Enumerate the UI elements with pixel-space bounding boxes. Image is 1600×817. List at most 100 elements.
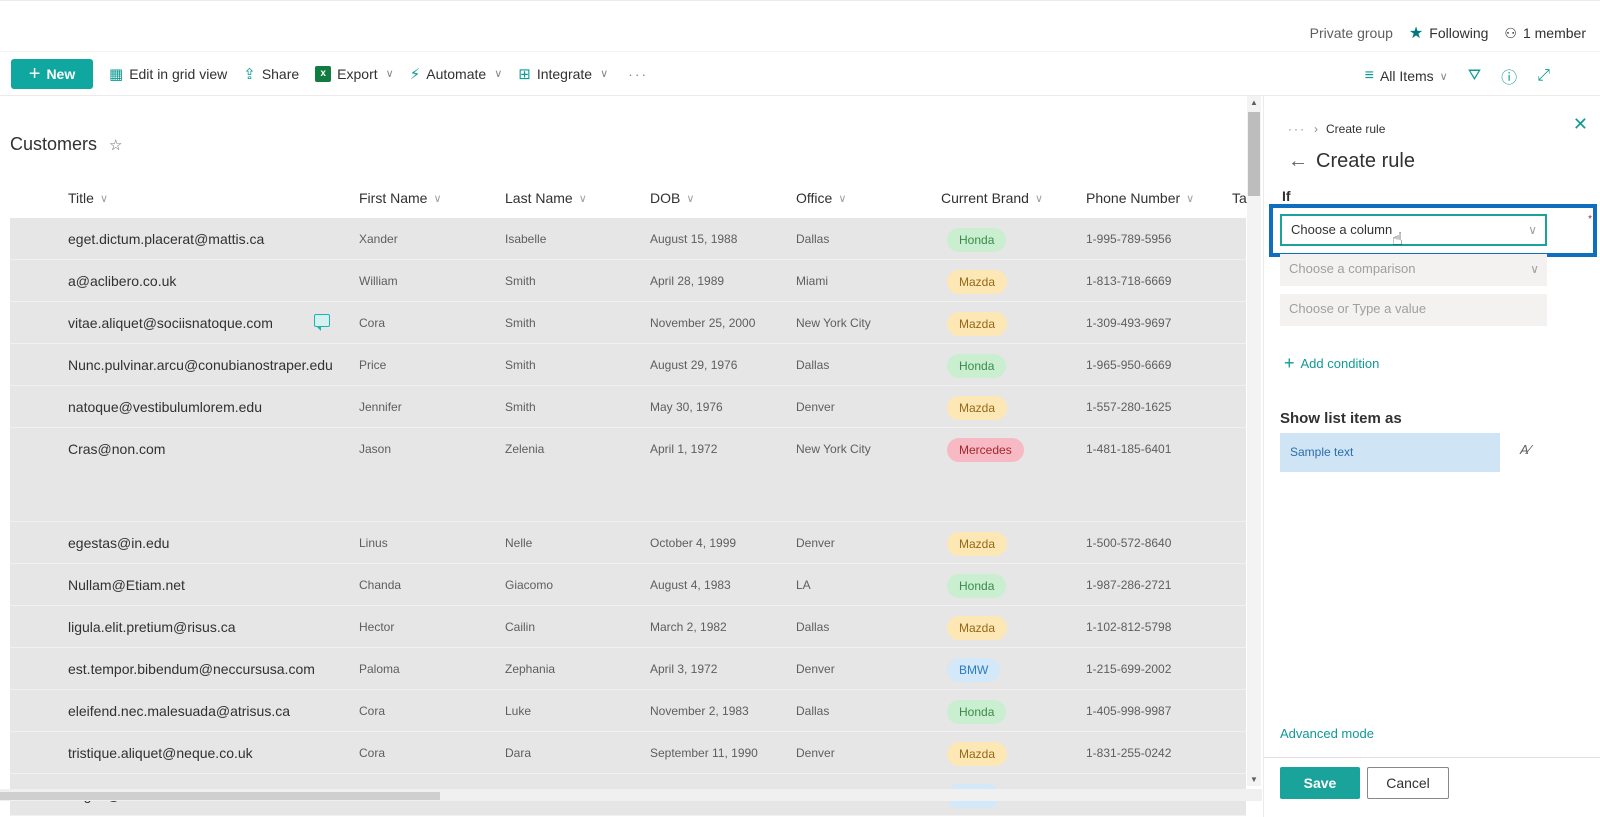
brand-badge: Mazda xyxy=(947,532,1008,556)
cell-first: Paloma xyxy=(359,662,400,676)
table-row[interactable]: vitae.aliquet@sociisnatoque.com Cora Smith… xyxy=(10,302,1246,344)
column-header-label: Title xyxy=(68,190,94,206)
filter-icon[interactable]: ⛛ xyxy=(1468,67,1481,85)
edit-grid-view-button[interactable]: ▦ Edit in grid view xyxy=(109,65,227,83)
command-bar: + New ▦ Edit in grid view ⇪ Share x Expo… xyxy=(0,52,1600,96)
view-lines-icon: ≡ xyxy=(1364,67,1374,84)
cell-title[interactable]: est.tempor.bibendum@neccursusa.com xyxy=(68,661,315,677)
cell-last: Giacomo xyxy=(505,578,554,592)
advanced-mode-link[interactable]: Advanced mode xyxy=(1280,726,1374,741)
scroll-up-arrow[interactable]: ▲ xyxy=(1250,98,1258,107)
table-row[interactable]: est.tempor.bibendum@neccursusa.com Paloma… xyxy=(10,648,1246,690)
table-row[interactable]: eleifend.nec.malesuada@atrisus.ca Cora Luk… xyxy=(10,690,1246,732)
column-header[interactable]: Title ∨ xyxy=(68,190,108,206)
new-button[interactable]: + New xyxy=(11,58,93,89)
chevron-down-icon: ∨ xyxy=(1034,192,1043,205)
choose-comparison-dropdown[interactable]: Choose a comparison ∨ xyxy=(1280,254,1547,286)
cell-title[interactable]: vitae.aliquet@sociisnatoque.com xyxy=(68,315,273,331)
comparison-placeholder: Choose a comparison xyxy=(1289,261,1416,276)
table-row[interactable]: tristique.aliquet@neque.co.uk Cora Dara Sep… xyxy=(10,732,1246,774)
automate-button[interactable]: ⚡ Automate ∨ xyxy=(410,65,503,83)
favorite-star-icon[interactable]: ☆ xyxy=(109,136,122,154)
cell-title[interactable]: ligula.elit.pretium@risus.ca xyxy=(68,619,236,635)
view-label: All Items xyxy=(1379,68,1434,84)
add-condition-button[interactable]: + Add condition xyxy=(1284,354,1379,372)
expand-icon[interactable]: ⤢ xyxy=(1537,67,1550,85)
vertical-scrollbar[interactable]: ▲ ▼ xyxy=(1247,96,1261,786)
table-row[interactable]: natoque@vestibulumlorem.edu Jennifer Smith… xyxy=(10,386,1246,428)
following-label: Following xyxy=(1429,25,1489,41)
column-placeholder: Choose a column xyxy=(1291,222,1393,237)
share-label: Share xyxy=(261,65,300,82)
cell-phone: 1-500-572-8640 xyxy=(1086,536,1172,550)
column-header[interactable]: First Name ∨ xyxy=(359,190,442,206)
cell-last: Zephania xyxy=(505,662,556,676)
cell-dob: April 1, 1972 xyxy=(650,442,718,456)
table-row[interactable]: ligula.elit.pretium@risus.ca Hector Cailin… xyxy=(10,606,1246,648)
person-icon: ⚇ xyxy=(1504,24,1517,41)
vertical-scroll-thumb[interactable] xyxy=(1248,112,1260,196)
chevron-right-icon: › xyxy=(1314,122,1318,136)
cell-first: Price xyxy=(359,358,387,372)
table-row[interactable]: Cras@non.com Jason Zelenia April 1, 1972 New… xyxy=(10,428,1246,522)
format-style-icon[interactable]: A⁄ xyxy=(1520,442,1531,457)
column-header[interactable]: Ta xyxy=(1232,190,1247,206)
cell-title[interactable]: Nunc.pulvinar.arcu@conubianostraper.edu xyxy=(68,357,333,373)
horizontal-scroll-thumb[interactable] xyxy=(0,792,440,800)
cell-title[interactable]: Nullam@Etiam.net xyxy=(68,577,185,593)
list-title: Customers ☆ xyxy=(10,134,122,155)
choose-column-dropdown[interactable]: Choose a column ∨ xyxy=(1280,214,1547,246)
list-view: Customers ☆ Title ∨ First Name ∨ Last Name ∨ D… xyxy=(0,96,1262,817)
integrate-icon: ⊞ xyxy=(518,65,531,83)
scroll-down-arrow[interactable]: ▼ xyxy=(1250,775,1258,784)
cell-title[interactable]: eget.dictum.placerat@mattis.ca xyxy=(68,231,264,247)
following-button[interactable]: ★ Following xyxy=(1409,23,1488,43)
cell-title[interactable]: natoque@vestibulumlorem.edu xyxy=(68,399,262,415)
value-input[interactable]: Choose or Type a value xyxy=(1280,294,1547,326)
plus-icon: + xyxy=(1284,353,1295,373)
close-icon[interactable]: ✕ xyxy=(1573,114,1588,135)
export-button[interactable]: x Export ∨ xyxy=(315,65,394,82)
cell-title[interactable]: eleifend.nec.malesuada@atrisus.ca xyxy=(68,703,290,719)
info-icon[interactable]: ⓘ xyxy=(1501,64,1517,88)
hand-cursor-icon: ☝ xyxy=(1392,229,1403,249)
table-row[interactable]: eget.dictum.placerat@mattis.ca Xander Isab… xyxy=(10,218,1246,260)
chevron-down-icon: ∨ xyxy=(1439,70,1448,83)
table-row[interactable]: egestas@in.edu Linus Nelle October 4, 1999 D… xyxy=(10,522,1246,564)
more-commands-button[interactable]: ··· xyxy=(628,66,648,82)
cell-title[interactable]: Cras@non.com xyxy=(68,441,165,457)
back-arrow-icon[interactable]: ← xyxy=(1288,150,1308,173)
integrate-button[interactable]: ⊞ Integrate ∨ xyxy=(518,65,608,83)
cancel-button[interactable]: Cancel xyxy=(1367,767,1449,799)
save-button[interactable]: Save xyxy=(1280,767,1360,799)
list-rows: eget.dictum.placerat@mattis.ca Xander Isab… xyxy=(10,218,1246,816)
cell-office: Dallas xyxy=(796,620,830,634)
members-button[interactable]: ⚇ 1 member xyxy=(1504,25,1586,42)
panel-title: ← Create rule xyxy=(1288,150,1415,173)
cell-last: Smith xyxy=(505,400,536,414)
column-header[interactable]: Office ∨ xyxy=(796,190,846,206)
view-selector[interactable]: ≡ All Items ∨ xyxy=(1365,67,1448,85)
share-button[interactable]: ⇪ Share xyxy=(243,65,299,83)
column-header[interactable]: Phone Number ∨ xyxy=(1086,190,1194,206)
cell-first: Chanda xyxy=(359,578,402,592)
cell-first: Xander xyxy=(359,232,398,246)
table-row[interactable]: Nunc.pulvinar.arcu@conubianostraper.edu P… xyxy=(10,344,1246,386)
column-header[interactable]: Last Name ∨ xyxy=(505,190,587,206)
column-header[interactable]: DOB ∨ xyxy=(650,190,694,206)
horizontal-scrollbar[interactable] xyxy=(0,789,1262,801)
column-header[interactable]: Current Brand ∨ xyxy=(941,190,1043,206)
breadcrumb-more[interactable]: ··· xyxy=(1288,122,1306,136)
chevron-down-icon: ∨ xyxy=(494,68,503,80)
brand-badge: Honda xyxy=(947,354,1007,378)
comment-icon[interactable] xyxy=(314,314,330,331)
chevron-down-icon: ∨ xyxy=(838,192,847,205)
cell-dob: August 15, 1988 xyxy=(650,232,738,246)
cell-title[interactable]: tristique.aliquet@neque.co.uk xyxy=(68,745,253,761)
cell-title[interactable]: a@aclibero.co.uk xyxy=(68,273,176,289)
grid-icon: ▦ xyxy=(109,65,124,83)
table-row[interactable]: a@aclibero.co.uk William Smith April 28, 19… xyxy=(10,260,1246,302)
table-row[interactable]: Nullam@Etiam.net Chanda Giacomo August 4, 1… xyxy=(10,564,1246,606)
cell-dob: November 2, 1983 xyxy=(650,704,749,718)
cell-title[interactable]: egestas@in.edu xyxy=(68,535,169,551)
